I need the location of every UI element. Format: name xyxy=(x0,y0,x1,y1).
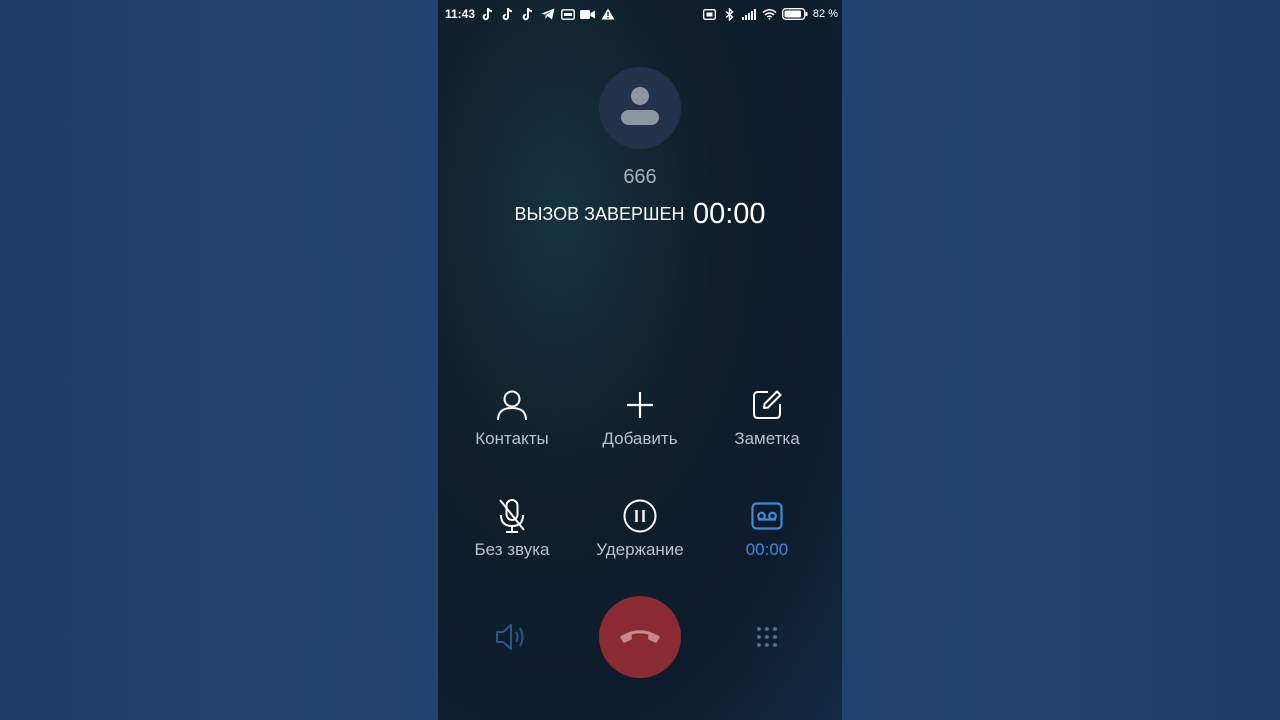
video-icon xyxy=(580,7,596,21)
bluetooth-icon xyxy=(722,7,737,21)
contacts-label: Контакты xyxy=(475,429,549,448)
add-call-label: Добавить xyxy=(602,429,678,448)
status-time: 11:43 xyxy=(445,7,476,21)
caller-avatar xyxy=(599,67,681,149)
call-timer: 00:00 xyxy=(692,198,766,230)
battery-icon xyxy=(781,7,808,21)
note-edit-icon xyxy=(702,386,832,424)
tiktok-icon xyxy=(480,7,495,21)
tiktok-icon xyxy=(520,7,535,21)
hold-button[interactable]: Удержание xyxy=(575,497,705,560)
tiktok-icon xyxy=(500,7,515,21)
phone-hangup-icon xyxy=(618,625,662,650)
mic-off-icon xyxy=(447,497,577,535)
status-right: 82 % xyxy=(702,7,838,21)
warning-icon xyxy=(600,7,615,21)
note-button[interactable]: Заметка xyxy=(702,386,832,449)
status-left: 11:43 xyxy=(445,7,615,21)
call-state-text: ВЫЗОВ ЗАВЕРШЕН xyxy=(514,204,685,224)
pause-icon xyxy=(575,497,705,535)
speaker-icon xyxy=(447,618,577,656)
speaker-button[interactable] xyxy=(447,618,577,656)
add-call-button[interactable]: Добавить xyxy=(575,386,705,449)
hold-label: Удержание xyxy=(596,540,684,559)
dialpad-button[interactable] xyxy=(702,618,832,656)
mute-button[interactable]: Без звука xyxy=(447,497,577,560)
status-bar: 11:43 82 % xyxy=(438,0,842,28)
end-call-button[interactable] xyxy=(599,596,681,678)
call-status: ВЫЗОВ ЗАВЕРШЕН 00:00 xyxy=(438,198,842,231)
person-outline-icon xyxy=(447,386,577,424)
dialpad-icon xyxy=(702,618,832,656)
caller-number: 666 xyxy=(623,166,657,188)
record-button[interactable]: 00:00 xyxy=(702,497,832,560)
nfc-icon xyxy=(702,7,717,21)
person-icon xyxy=(619,85,661,132)
vpn-icon xyxy=(560,7,575,21)
phone-call-screen: 11:43 82 % 666 ВЫЗОВ ЗАВЕРШЕН 00:00 Конт… xyxy=(438,0,842,720)
record-timer-label: 00:00 xyxy=(745,540,789,559)
battery-percent: 82 % xyxy=(812,8,838,20)
plus-icon xyxy=(575,386,705,424)
note-label: Заметка xyxy=(734,429,800,448)
signal-icon xyxy=(741,7,757,21)
telegram-icon xyxy=(540,7,555,21)
voicemail-icon xyxy=(702,497,832,535)
wifi-icon xyxy=(762,7,777,21)
video-frame: 11:43 82 % 666 ВЫЗОВ ЗАВЕРШЕН 00:00 Конт… xyxy=(0,0,1280,720)
mute-label: Без звука xyxy=(474,540,550,559)
contacts-button[interactable]: Контакты xyxy=(447,386,577,449)
